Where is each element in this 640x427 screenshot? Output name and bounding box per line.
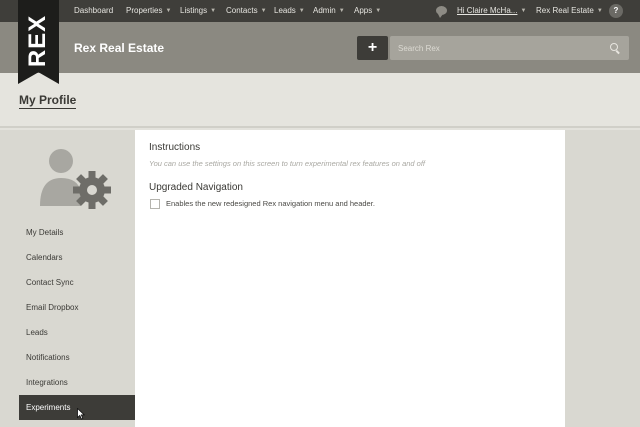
nav-admin[interactable]: Admin ▼ bbox=[313, 0, 345, 22]
chat-bubble-icon[interactable] bbox=[436, 6, 447, 18]
nav-properties-label: Properties bbox=[126, 6, 163, 15]
upgraded-navigation-checkbox[interactable] bbox=[150, 199, 160, 209]
agency-title: Rex Real Estate bbox=[74, 41, 165, 55]
right-gutter bbox=[565, 130, 640, 427]
chevron-down-icon: ▼ bbox=[165, 8, 172, 14]
nav-dashboard-label: Dashboard bbox=[74, 6, 114, 15]
account-name: Rex Real Estate bbox=[536, 6, 594, 15]
chevron-down-icon: ▼ bbox=[210, 8, 217, 14]
sidebar-item-email-dropbox[interactable]: Email Dropbox bbox=[19, 295, 135, 320]
chevron-down-icon: ▼ bbox=[260, 8, 267, 14]
user-settings-icon bbox=[40, 149, 111, 209]
chevron-down-icon: ▼ bbox=[338, 8, 345, 14]
nav-listings[interactable]: Listings ▼ bbox=[180, 0, 216, 22]
chevron-down-icon: ▼ bbox=[520, 8, 527, 14]
nav-contacts[interactable]: Contacts ▼ bbox=[226, 0, 267, 22]
nav-dashboard[interactable]: Dashboard bbox=[74, 0, 113, 22]
page-title-bar: My Profile bbox=[0, 73, 640, 128]
cursor-icon bbox=[77, 408, 85, 420]
sidebar-item-notifications[interactable]: Notifications bbox=[19, 345, 135, 370]
instructions-text: You can use the settings on this screen … bbox=[149, 159, 425, 168]
user-greeting: Hi Claire McHa... bbox=[457, 6, 518, 15]
account-menu[interactable]: Rex Real Estate ▼ bbox=[536, 0, 603, 22]
rex-logo[interactable]: REX bbox=[18, 0, 59, 84]
nav-leads[interactable]: Leads ▼ bbox=[274, 0, 305, 22]
sidebar-item-my-details[interactable]: My Details bbox=[19, 220, 135, 245]
nav-contacts-label: Contacts bbox=[226, 6, 258, 15]
nav-admin-label: Admin bbox=[313, 6, 336, 15]
top-nav: Dashboard Properties ▼ Listings ▼ Contacts… bbox=[0, 0, 640, 22]
nav-apps[interactable]: Apps ▼ bbox=[354, 0, 381, 22]
sidebar-item-calendars[interactable]: Calendars bbox=[19, 245, 135, 270]
logo-text: REX bbox=[24, 14, 52, 68]
sidebar-item-leads[interactable]: Leads bbox=[19, 320, 135, 345]
upgraded-navigation-label[interactable]: Enables the new redesigned Rex navigatio… bbox=[166, 199, 375, 209]
nav-apps-label: Apps bbox=[354, 6, 373, 15]
help-icon[interactable]: ? bbox=[609, 4, 623, 18]
main-content bbox=[135, 130, 565, 427]
page-title: My Profile bbox=[19, 93, 77, 109]
search-icon[interactable] bbox=[610, 43, 618, 51]
chevron-down-icon: ▼ bbox=[298, 8, 305, 14]
search-input[interactable] bbox=[390, 36, 605, 60]
app-header: Rex Real Estate + bbox=[0, 22, 640, 73]
add-button[interactable]: + bbox=[357, 36, 388, 60]
sidebar-item-integrations[interactable]: Integrations bbox=[19, 370, 135, 395]
nav-leads-label: Leads bbox=[274, 6, 296, 15]
sidebar-item-contact-sync[interactable]: Contact Sync bbox=[19, 270, 135, 295]
nav-properties[interactable]: Properties ▼ bbox=[126, 0, 171, 22]
upgraded-navigation-heading: Upgraded Navigation bbox=[149, 182, 243, 193]
search-box bbox=[390, 36, 629, 60]
chevron-down-icon: ▼ bbox=[596, 8, 603, 14]
instructions-heading: Instructions bbox=[149, 142, 201, 153]
chevron-down-icon: ▼ bbox=[375, 8, 382, 14]
user-menu[interactable]: Hi Claire McHa... ▼ bbox=[457, 0, 526, 22]
nav-listings-label: Listings bbox=[180, 6, 208, 15]
